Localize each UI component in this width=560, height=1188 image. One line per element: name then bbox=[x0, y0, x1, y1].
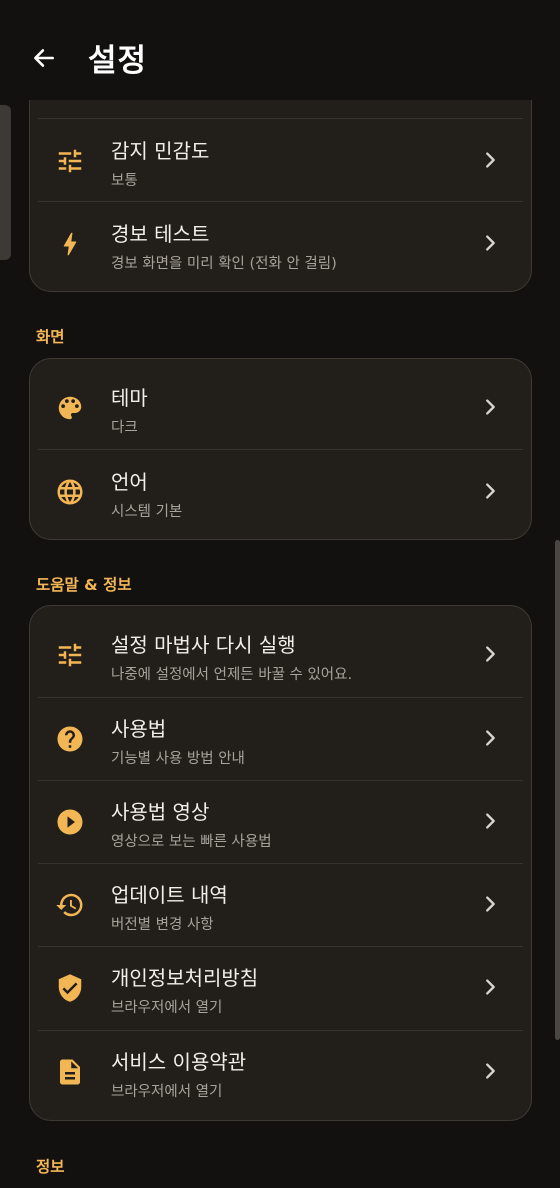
alarm-test-subtitle: 경보 화면을 미리 확인 (전화 안 걸림) bbox=[111, 256, 337, 272]
chevron-right-icon bbox=[486, 235, 495, 251]
sensitivity-title: 감지 민감도 bbox=[111, 139, 210, 163]
display-card: 테마 다크 언어 시스템 기본 bbox=[29, 358, 532, 540]
chevron-right-icon bbox=[486, 896, 495, 912]
how-to-video-subtitle: 영상으로 보는 빠른 사용법 bbox=[111, 834, 272, 850]
history-icon bbox=[55, 890, 85, 920]
alarm-test-title: 경보 테스트 bbox=[111, 222, 210, 246]
section-header-display: 화면 bbox=[36, 328, 65, 346]
page-title: 설정 bbox=[88, 43, 148, 79]
chevron-right-icon bbox=[486, 730, 495, 746]
section-header-help: 도움말 & 정보 bbox=[36, 576, 132, 594]
setup-wizard-row[interactable]: 설정 마법사 다시 실행 나중에 설정에서 언제든 바꿀 수 있어요. bbox=[30, 613, 531, 696]
language-row[interactable]: 언어 시스템 기본 bbox=[30, 450, 531, 533]
setup-wizard-subtitle: 나중에 설정에서 언제든 바꿀 수 있어요. bbox=[111, 667, 353, 683]
chevron-right-icon bbox=[486, 1063, 495, 1079]
update-history-row[interactable]: 업데이트 내역 버전별 변경 사항 bbox=[30, 863, 531, 946]
document-icon bbox=[55, 1057, 85, 1087]
edge-drawer-handle[interactable] bbox=[0, 105, 11, 260]
globe-icon bbox=[55, 477, 85, 507]
help-card: 설정 마법사 다시 실행 나중에 설정에서 언제든 바꿀 수 있어요. 사용법 … bbox=[29, 605, 532, 1121]
how-to-title: 사용법 bbox=[111, 717, 167, 741]
setup-wizard-title: 설정 마법사 다시 실행 bbox=[111, 633, 296, 657]
how-to-video-row[interactable]: 사용법 영상 영상으로 보는 빠른 사용법 bbox=[30, 780, 531, 863]
shield-check-icon bbox=[55, 973, 85, 1003]
update-history-subtitle: 버전별 변경 사항 bbox=[111, 917, 214, 933]
chevron-right-icon bbox=[486, 399, 495, 415]
language-value: 시스템 기본 bbox=[111, 504, 183, 520]
alarm-test-row[interactable]: 경보 테스트 경보 화면을 미리 확인 (전화 안 걸림) bbox=[30, 202, 531, 285]
scrollbar-thumb[interactable] bbox=[555, 540, 560, 1040]
settings-screen: 감지 민감도 보통 경보 테스트 경보 화면을 미리 확인 (전화 안 걸림) … bbox=[0, 0, 560, 1188]
terms-of-service-row[interactable]: 서비스 이용약관 브라우저에서 열기 bbox=[30, 1030, 531, 1113]
chevron-right-icon bbox=[486, 979, 495, 995]
sensitivity-row[interactable]: 감지 민감도 보통 bbox=[30, 119, 531, 202]
privacy-policy-subtitle: 브라우저에서 열기 bbox=[111, 1000, 223, 1016]
section-header-info: 정보 bbox=[36, 1158, 65, 1176]
how-to-row[interactable]: 사용법 기능별 사용 방법 안내 bbox=[30, 697, 531, 780]
sliders-icon bbox=[55, 146, 85, 176]
update-history-title: 업데이트 내역 bbox=[111, 883, 228, 907]
play-circle-icon bbox=[55, 807, 85, 837]
terms-of-service-title: 서비스 이용약관 bbox=[111, 1050, 247, 1074]
chevron-right-icon bbox=[486, 813, 495, 829]
chevron-right-icon bbox=[486, 152, 495, 168]
sliders-icon bbox=[55, 640, 85, 670]
top-app-bar: 설정 bbox=[0, 0, 560, 100]
arrow-left-icon bbox=[34, 49, 54, 67]
chevron-right-icon bbox=[486, 646, 495, 662]
chevron-right-icon bbox=[486, 483, 495, 499]
lightning-icon bbox=[55, 229, 85, 259]
how-to-subtitle: 기능별 사용 방법 안내 bbox=[111, 751, 245, 767]
palette-icon bbox=[55, 393, 85, 423]
how-to-video-title: 사용법 영상 bbox=[111, 800, 210, 824]
theme-row[interactable]: 테마 다크 bbox=[30, 366, 531, 449]
language-title: 언어 bbox=[111, 470, 148, 494]
theme-value: 다크 bbox=[111, 420, 138, 436]
privacy-policy-title: 개인정보처리방침 bbox=[111, 966, 259, 990]
privacy-policy-row[interactable]: 개인정보처리방침 브라우저에서 열기 bbox=[30, 946, 531, 1029]
sensitivity-value: 보통 bbox=[111, 173, 138, 189]
help-circle-icon bbox=[55, 724, 85, 754]
theme-title: 테마 bbox=[111, 386, 148, 410]
back-button[interactable] bbox=[22, 36, 66, 80]
terms-of-service-subtitle: 브라우저에서 열기 bbox=[111, 1084, 223, 1100]
